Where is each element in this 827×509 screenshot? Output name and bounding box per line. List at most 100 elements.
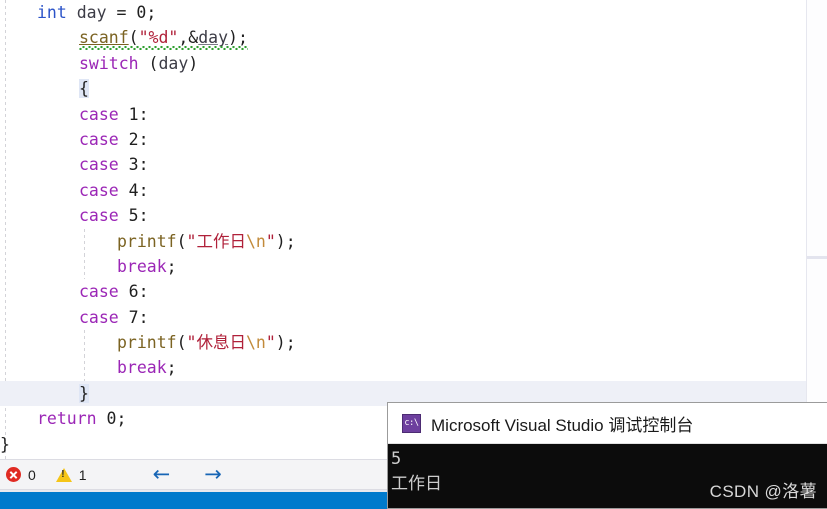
warning-count-label: 1 [78,466,87,483]
code-token: " [265,231,276,251]
code-line[interactable]: case 2: [0,127,806,152]
code-token: ( [176,231,187,251]
arrow-left-icon[interactable]: ← [153,464,171,485]
code-token: case [79,155,119,175]
code-token: case [79,307,119,327]
code-tokens: case 2: [79,130,149,149]
code-token: 0 [136,3,147,22]
code-token: ; [166,256,177,276]
code-token: { [79,79,89,99]
code-token: 5: [118,206,149,226]
code-token: break [117,358,167,378]
arrow-right-icon[interactable]: → [204,464,222,485]
code-token: = [106,3,137,22]
code-token: day [198,28,229,48]
code-token: ; [237,28,248,48]
code-token: 3: [118,155,149,175]
indent-guide-inner [84,355,85,381]
code-line[interactable]: case 4: [0,178,806,203]
code-token: day [76,3,107,22]
code-token: "工作日 [186,231,246,251]
code-tokens: break; [117,257,177,276]
code-token: \n [245,231,266,251]
code-line[interactable]: case 1: [0,102,806,127]
code-token: , [178,28,189,48]
code-token: ; [166,358,177,378]
code-token: ; [116,409,127,429]
code-tokens: { [79,79,89,99]
console-title-bar[interactable]: c:\ Microsoft Visual Studio 调试控制台 [388,403,827,444]
indent-guide-inner [84,330,85,356]
code-line[interactable]: int day = 0; [0,0,806,25]
code-token: 1: [118,104,149,124]
code-tokens: case 7: [79,308,149,327]
console-output-line: 5 [391,449,402,469]
code-token: day [158,53,189,73]
error-circle-x-icon [6,467,21,482]
code-tokens: break; [117,358,177,377]
code-token: ( [138,53,159,73]
code-tokens: return 0; [37,409,126,428]
code-token: 0 [106,409,117,429]
code-line[interactable]: printf("休息日\n"); [0,330,806,356]
error-count-item[interactable]: 0 [0,459,50,490]
code-line[interactable]: case 7: [0,305,806,330]
code-line[interactable]: case 6: [0,279,806,304]
console-output-area[interactable]: 5 工作日 CSDN @洛薯 [388,444,827,508]
warning-triangle-icon [55,467,72,482]
code-token: } [79,383,89,403]
code-tokens: switch (day) [79,54,198,73]
warning-count-item[interactable]: 1 [50,459,101,490]
code-line[interactable]: printf("工作日\n"); [0,228,806,254]
scrollbar-marker [807,256,827,259]
code-token: ( [176,333,187,353]
code-line[interactable]: break; [0,355,806,381]
code-token: 4: [118,180,149,200]
code-token: ) [228,28,238,48]
code-line[interactable]: switch (day) [0,51,806,76]
indent-guide-inner [84,228,85,254]
code-tokens: printf("休息日\n"); [117,333,296,352]
code-token: case [79,104,119,124]
code-editor-pane[interactable]: int day = 0; scanf("%d",&day); switch (day… [0,0,827,459]
code-token: "休息日 [186,333,246,353]
code-tokens: } [0,435,10,454]
code-token: ) [275,231,286,251]
code-token: ) [275,333,286,353]
code-token: return [37,409,97,429]
code-tokens: case 5: [79,206,149,225]
code-token: break [117,256,167,276]
code-token: ; [285,231,296,251]
code-token: " [265,333,276,353]
code-line[interactable]: case 5: [0,203,806,228]
code-token: ; [285,333,296,353]
console-title-label: Microsoft Visual Studio 调试控制台 [431,415,694,435]
console-icon-text: c:\ [404,417,419,428]
code-token: "%d" [138,28,179,48]
code-line[interactable]: { [0,76,806,101]
csdn-watermark: CSDN @洛薯 [709,482,817,501]
code-token: ( [128,28,139,48]
code-line[interactable]: scanf("%d",&day); [0,25,806,51]
code-token: case [79,180,119,200]
error-count-label: 0 [28,466,36,483]
code-token: printf [117,333,177,353]
code-token: 2: [118,129,149,149]
code-tokens: case 4: [79,181,149,200]
code-tokens: printf("工作日\n"); [117,232,296,251]
code-token: int [37,3,67,22]
debug-console-window[interactable]: c:\ Microsoft Visual Studio 调试控制台 5 工作日 C… [387,402,827,509]
code-token: ) [188,53,199,73]
console-window-icon: c:\ [402,413,421,433]
indent-guide-inner [84,253,85,280]
code-surface[interactable]: int day = 0; scanf("%d",&day); switch (day… [0,0,806,459]
editor-vertical-scrollbar[interactable] [806,0,827,459]
code-lines-container[interactable]: int day = 0; scanf("%d",&day); switch (day… [0,0,806,457]
code-line[interactable]: break; [0,253,806,280]
code-line[interactable]: case 3: [0,152,806,177]
code-tokens: int day = 0; [37,3,156,22]
code-token: scanf [79,28,129,48]
code-token: ; [146,3,157,22]
